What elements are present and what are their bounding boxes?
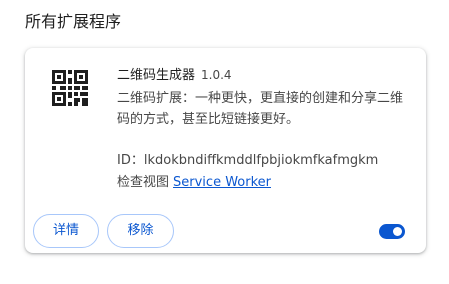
inspect-views-label: 检查视图 [117, 175, 170, 190]
remove-button[interactable]: 移除 [107, 214, 174, 248]
qr-code-icon [52, 70, 88, 106]
page-title: 所有扩展程序 [25, 12, 122, 31]
extension-version: 1.0.4 [201, 68, 232, 82]
extension-id: ID：lkdokbndiffkmddlfpbjiokmfkafmgkm [117, 153, 379, 168]
enable-toggle[interactable] [379, 224, 405, 239]
extension-card: 二维码生成器 1.0.4 二维码扩展：一种更快，更直接的创建和分享二维码的方式，甚… [25, 48, 426, 253]
extension-name: 二维码生成器 [117, 68, 196, 83]
extension-name-row: 二维码生成器 1.0.4 [117, 66, 232, 85]
toggle-knob [393, 227, 402, 236]
extension-description: 二维码扩展：一种更快，更直接的创建和分享二维码的方式，甚至比短链接更好。 [117, 91, 404, 127]
details-button[interactable]: 详情 [33, 214, 99, 248]
inspect-views-row: 检查视图 Service Worker [117, 174, 271, 192]
service-worker-link[interactable]: Service Worker [173, 175, 271, 190]
